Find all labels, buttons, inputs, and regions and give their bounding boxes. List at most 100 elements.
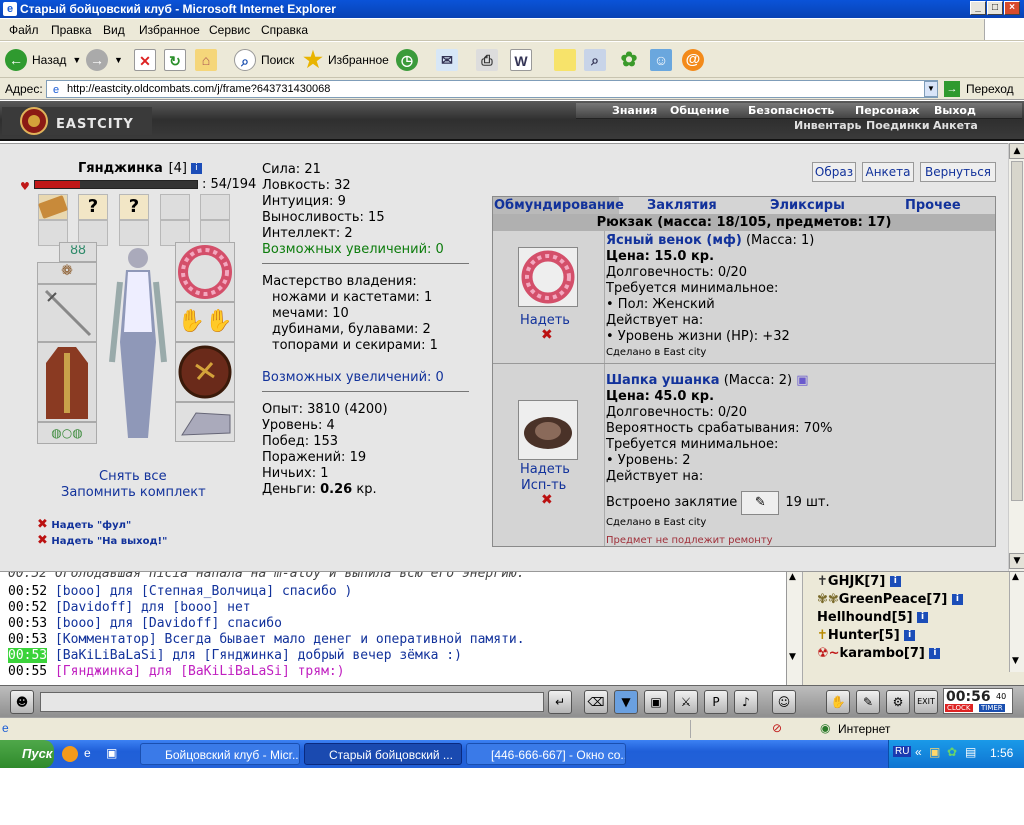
- search-button[interactable]: ⌕ Поиск: [234, 48, 294, 72]
- tab-elixirs[interactable]: Эликсиры: [770, 198, 845, 213]
- item-1-equip-link[interactable]: Надеть: [520, 313, 570, 328]
- slot-empty-4[interactable]: [160, 194, 190, 220]
- timer-label[interactable]: TIMER: [979, 704, 1005, 712]
- chat-text[interactable]: [Гянджинка] для [BaKiLiBaLaSi] трям:): [55, 664, 345, 679]
- users-scrollbar-right[interactable]: ▲ ▼: [1009, 572, 1024, 672]
- main-scrollbar[interactable]: ▲ ▼: [1008, 143, 1024, 571]
- delete-icon[interactable]: ✖: [37, 517, 48, 532]
- start-button[interactable]: Пуск: [0, 740, 54, 768]
- chat-text[interactable]: [Комментатор] Всегда бывает мало денег и…: [55, 632, 525, 647]
- slot-empty-scroll-3[interactable]: ?: [119, 194, 149, 220]
- clear-button[interactable]: ⌫: [584, 690, 608, 714]
- menu-view[interactable]: Вид: [103, 23, 125, 37]
- set-2-item[interactable]: ✖ Надеть "На выход!": [37, 533, 167, 548]
- chat-text[interactable]: [BaKiLiBaLaSi] для [Гянджинка] добрый ве…: [55, 648, 462, 663]
- tab-other[interactable]: Прочее: [905, 198, 961, 213]
- chat-text[interactable]: [Davidoff] для [booo] нет: [55, 600, 251, 615]
- language-indicator[interactable]: RU: [893, 746, 912, 757]
- scroll-thumb[interactable]: [1011, 161, 1023, 501]
- mastery-upgrades[interactable]: Возможных увеличений: 0: [262, 370, 444, 385]
- slot-empty-5[interactable]: [200, 194, 230, 220]
- rings-slot[interactable]: ◍○◍: [37, 422, 97, 444]
- back-button[interactable]: ← Назад ▼: [5, 48, 81, 72]
- tray-icon[interactable]: ▣: [929, 745, 940, 759]
- address-input[interactable]: e http://eastcity.oldcombats.com/j/frame…: [46, 80, 938, 98]
- menu-tools[interactable]: Сервис: [209, 23, 250, 37]
- mailru-button[interactable]: @: [682, 48, 704, 72]
- user-item[interactable]: ✝Hunter[5] i: [817, 628, 916, 643]
- fight-button[interactable]: ⚔: [674, 690, 698, 714]
- chat-input[interactable]: [40, 692, 544, 712]
- sound-button[interactable]: ♪: [734, 690, 758, 714]
- desktop-icon[interactable]: ▣: [106, 746, 117, 760]
- slot-scroll-1[interactable]: [38, 194, 68, 220]
- settings-button[interactable]: ⚙: [886, 690, 910, 714]
- armor-slot[interactable]: [37, 342, 97, 422]
- info-icon[interactable]: i: [929, 648, 941, 659]
- item-2-use-link[interactable]: Исп-ть: [521, 478, 566, 493]
- menu-edit[interactable]: Правка: [51, 23, 92, 37]
- exit-button[interactable]: EXIT: [914, 690, 938, 714]
- boots-slot[interactable]: [175, 402, 235, 442]
- refresh-button[interactable]: ↻: [164, 48, 186, 72]
- scroll-up-icon[interactable]: ▲: [1012, 572, 1019, 582]
- smiley-button[interactable]: ☺: [772, 690, 796, 714]
- tab-equipment[interactable]: Обмундирование: [494, 198, 624, 213]
- network-tray-icon[interactable]: ▤: [965, 745, 976, 759]
- user-item[interactable]: ✾✾GreenPeace[7] i: [817, 592, 963, 607]
- nav-character[interactable]: Персонаж: [855, 104, 920, 117]
- item-1-delete-icon[interactable]: ✖: [541, 327, 553, 343]
- discuss-button[interactable]: [554, 48, 576, 72]
- stop-button[interactable]: ✕: [134, 48, 156, 72]
- menu-file[interactable]: Файл: [9, 23, 39, 37]
- messenger-button[interactable]: ☺: [650, 48, 672, 72]
- go-button[interactable]: → Переход: [944, 80, 1014, 98]
- tray-expand-icon[interactable]: «: [915, 745, 922, 759]
- task-ie-1[interactable]: Бойцовский клуб - Micr...: [140, 743, 300, 765]
- chat-text[interactable]: [booo] для [Степная_Волчица] спасибо ): [55, 584, 352, 599]
- hand-button[interactable]: ✋: [826, 690, 850, 714]
- users-scrollbar-left[interactable]: ▲ ▼: [787, 572, 803, 686]
- info-icon[interactable]: i: [951, 594, 963, 605]
- nav-communication[interactable]: Общение: [670, 104, 729, 117]
- task-ie-2-active[interactable]: Старый бойцовский ...: [304, 743, 462, 765]
- maximize-button[interactable]: □: [987, 1, 1003, 15]
- nav-inventory[interactable]: Инвентарь: [794, 119, 861, 132]
- remove-all-link[interactable]: Снять все: [99, 469, 167, 484]
- user-nick[interactable]: GreenPeace[7]: [839, 592, 948, 607]
- user-item[interactable]: ✝GHJK[7] i: [817, 574, 901, 589]
- home-button[interactable]: ⌂: [195, 48, 217, 72]
- nav-fights[interactable]: Поединки: [866, 119, 930, 132]
- user-item[interactable]: Hellhound[5] i: [817, 610, 929, 625]
- tools-button[interactable]: ✎: [856, 690, 880, 714]
- menu-help[interactable]: Справка: [261, 23, 308, 37]
- profile-button[interactable]: Анкета: [862, 162, 914, 182]
- scroll-down-button[interactable]: ▼: [1009, 553, 1024, 569]
- set-1-label[interactable]: Надеть "фул": [51, 520, 131, 531]
- info-icon[interactable]: i: [190, 163, 202, 174]
- task-icq[interactable]: [446-666-667] - Окно со...: [466, 743, 626, 765]
- scroll-up-icon[interactable]: ▲: [789, 572, 796, 582]
- scroll-down-icon[interactable]: ▼: [789, 652, 796, 662]
- nav-knowledge[interactable]: Знания: [612, 104, 657, 117]
- ie-quicklaunch-icon[interactable]: e: [84, 746, 91, 760]
- print-button[interactable]: ⎙: [476, 48, 498, 72]
- favorites-button[interactable]: ★ Избранное: [302, 48, 389, 72]
- nav-profile[interactable]: Анкета: [933, 119, 978, 132]
- helmet-slot[interactable]: [175, 242, 235, 302]
- save-log-button[interactable]: ▣: [644, 690, 668, 714]
- image-button[interactable]: Образ: [812, 162, 856, 182]
- clock-label[interactable]: CLOCK: [945, 704, 973, 712]
- earrings-slot[interactable]: ȣȣ: [59, 242, 97, 262]
- icq-tray-icon[interactable]: ✿: [947, 745, 957, 759]
- smiley-menu-button[interactable]: ☻: [10, 690, 34, 714]
- mail-button[interactable]: ✉: [436, 48, 458, 72]
- minimize-button[interactable]: _: [970, 1, 986, 15]
- quicklaunch-icon[interactable]: [62, 746, 78, 762]
- user-nick[interactable]: GHJK[7]: [828, 574, 885, 589]
- set-2-label[interactable]: Надеть "На выход!": [51, 536, 167, 547]
- scroll-down-icon[interactable]: ▼: [1012, 656, 1019, 666]
- icq-button[interactable]: ✿: [618, 48, 640, 72]
- edit-button[interactable]: W: [510, 48, 532, 72]
- back-button-game[interactable]: Вернуться: [920, 162, 996, 182]
